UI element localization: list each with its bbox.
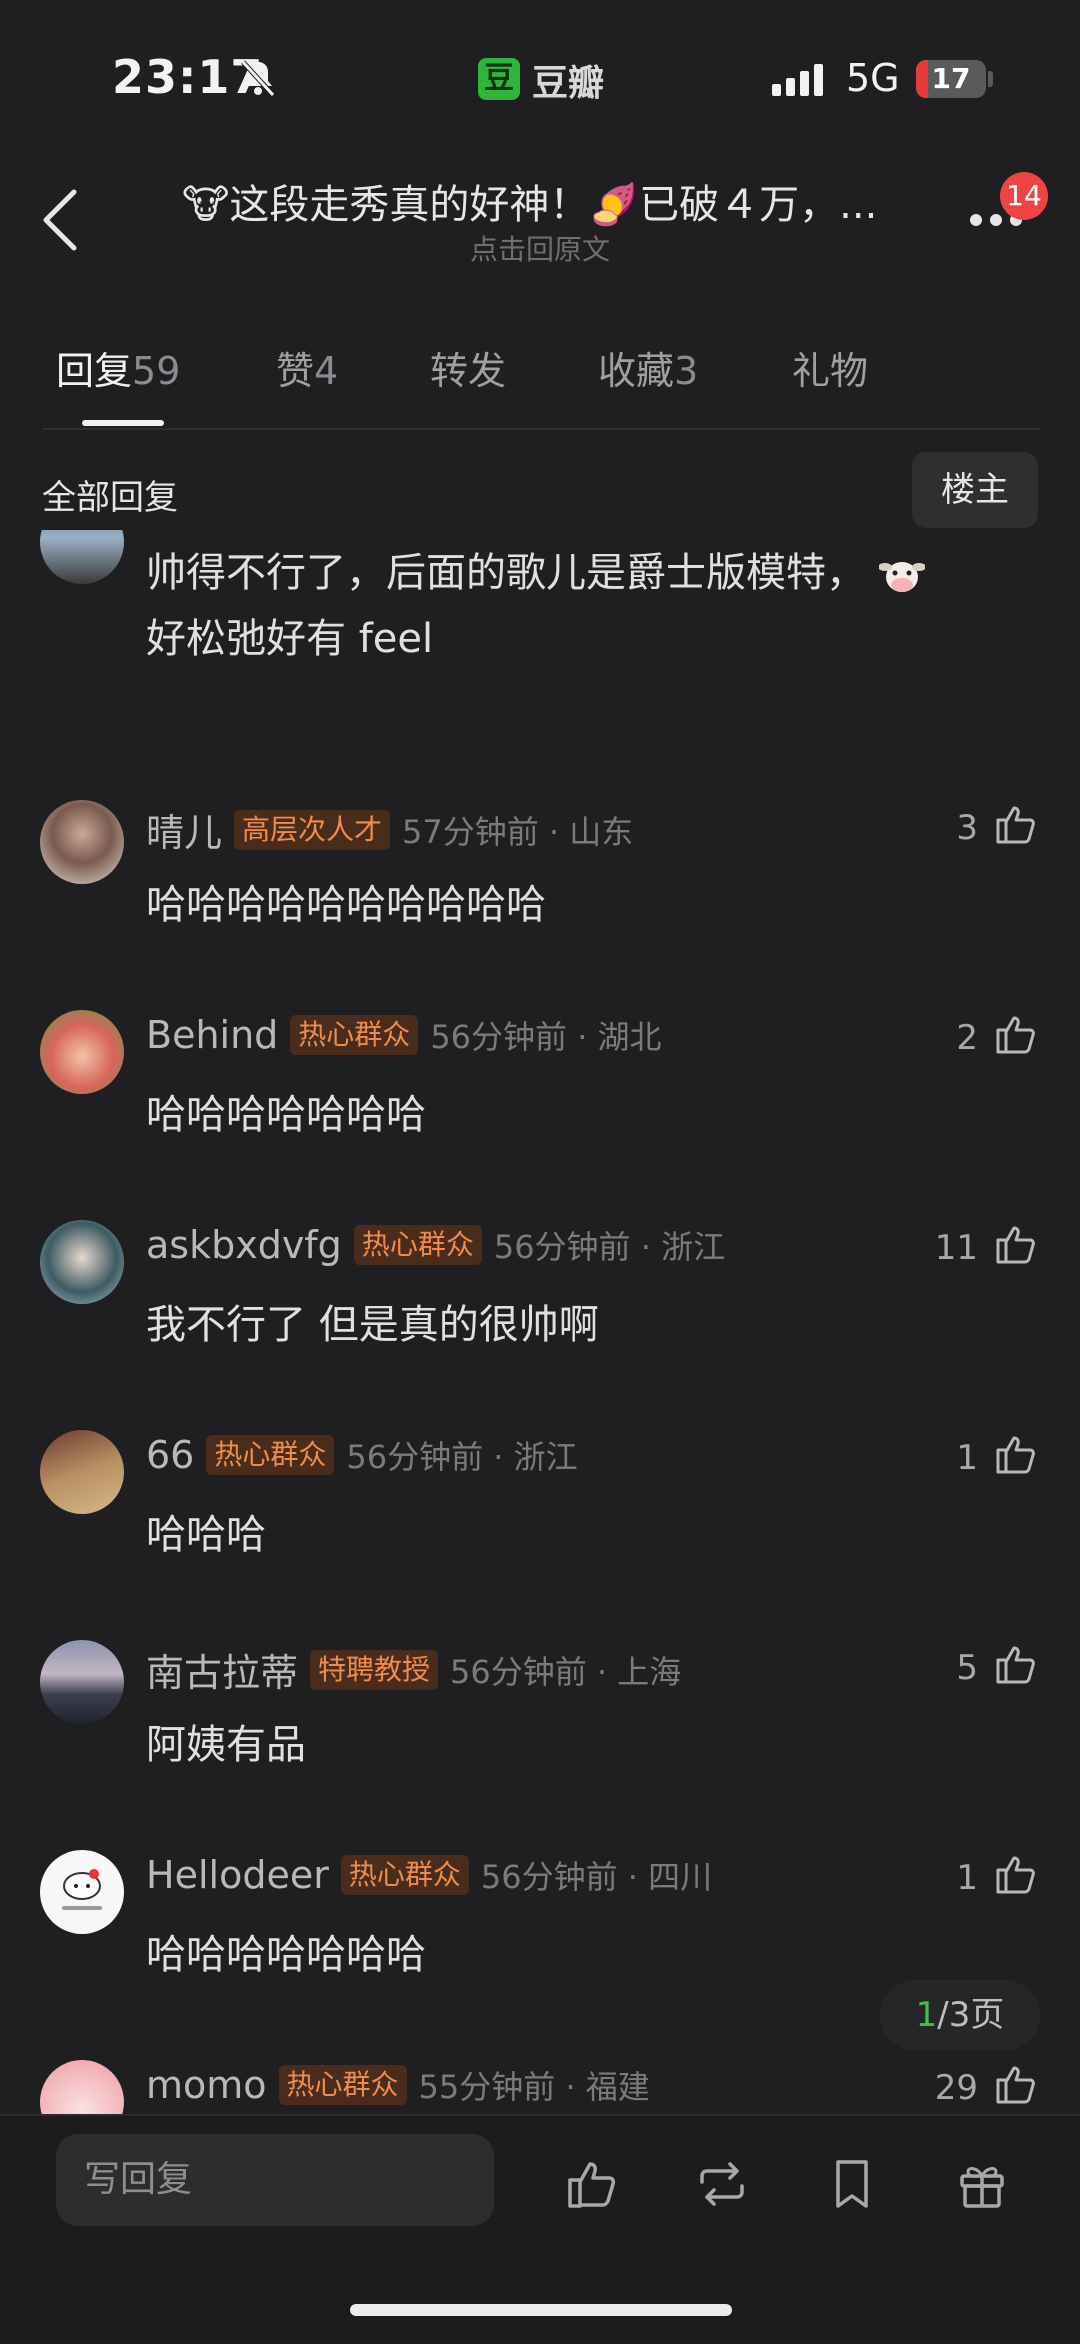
avatar[interactable] [40, 2060, 124, 2114]
comment-meta: askbxdvfg 热心群众 56分钟前 · 浙江 [146, 1222, 725, 1274]
comment-time: 56分钟前 · 浙江 [346, 1438, 578, 1476]
user-tag: 热心群众 [290, 1015, 419, 1055]
cow-emoji-icon [878, 562, 925, 592]
home-indicator[interactable] [350, 2304, 732, 2316]
battery-icon: 17 [916, 60, 986, 98]
username[interactable]: Hellodeer [146, 1853, 329, 1897]
douban-app-icon: 豆 [478, 58, 520, 100]
like-count: 1 [956, 1438, 978, 1478]
tab-replies[interactable]: 回复59 [56, 340, 180, 395]
tab-collections[interactable]: 收藏3 [598, 340, 698, 395]
notification-badge[interactable]: 14 [1000, 172, 1048, 220]
page-indicator[interactable]: 1/3页 [880, 1980, 1040, 2050]
username[interactable]: 南古拉蒂 [146, 1651, 298, 1695]
comment-time: 56分钟前 · 上海 [450, 1652, 682, 1691]
username[interactable]: Behind [146, 1013, 278, 1057]
comment-time: 55分钟前 · 福建 [418, 2068, 650, 2106]
comment-list[interactable]: 帅得不行了，后面的歌儿是爵士版模特， 好松弛好有 feel 晴儿 高层次人才 57分… [0, 530, 1080, 2114]
username[interactable]: momo [146, 2063, 267, 2107]
thumbs-up-icon[interactable] [992, 1640, 1040, 1688]
comment-meta: Behind 热心群众 56分钟前 · 湖北 [146, 1012, 662, 1064]
comment-text: 哈哈哈 [146, 1512, 266, 1558]
like-count: 29 [934, 2068, 978, 2108]
user-tag: 热心群众 [206, 1435, 335, 1475]
gift-icon[interactable] [954, 2156, 1010, 2212]
username[interactable]: 66 [146, 1433, 194, 1477]
thumbs-up-icon[interactable] [992, 800, 1040, 848]
user-tag: 热心群众 [340, 1855, 469, 1895]
comment-text: 阿姨有品 [146, 1722, 306, 1768]
comment-meta: 南古拉蒂 特聘教授 56分钟前 · 上海 [146, 1642, 682, 1695]
tab-likes[interactable]: 赞4 [276, 340, 338, 395]
comment-text: 哈哈哈哈哈哈哈 [146, 1092, 426, 1138]
avatar[interactable] [40, 530, 124, 584]
avatar[interactable] [40, 1220, 124, 1304]
thumbs-up-icon[interactable] [992, 1850, 1040, 1898]
owner-only-button[interactable]: 楼主 [912, 452, 1038, 528]
tab-gifts[interactable]: 礼物 [792, 340, 868, 395]
like-count: 5 [956, 1648, 978, 1688]
avatar[interactable] [40, 1850, 124, 1934]
battery-level: 17 [931, 62, 971, 95]
comment-time: 56分钟前 · 四川 [480, 1858, 713, 1896]
tab-reposts[interactable]: 转发 [430, 340, 506, 395]
comment-meta: momo 热心群众 55分钟前 · 福建 [146, 2062, 650, 2114]
comment-meta: 66 热心群众 56分钟前 · 浙江 [146, 1432, 578, 1484]
user-tag: 高层次人才 [234, 809, 391, 850]
status-app-name: 豆瓣 [532, 63, 605, 104]
like-count: 2 [956, 1018, 978, 1058]
like-count: 11 [934, 1228, 978, 1268]
comment-time: 56分钟前 · 湖北 [430, 1018, 662, 1056]
network-type: 5G [846, 56, 900, 100]
comment-text: 帅得不行了，后面的歌儿是爵士版模特， 好松弛好有 feel [146, 540, 1006, 672]
like-icon[interactable] [564, 2156, 620, 2212]
bell-muted-icon [241, 60, 275, 97]
signal-icon [772, 64, 823, 96]
comment-text: 我不行了 但是真的很帅啊 [146, 1302, 599, 1348]
user-tag: 特聘教授 [310, 1649, 439, 1690]
thumbs-up-icon[interactable] [992, 1220, 1040, 1268]
tab-bar: 回复59 赞4 转发 收藏3 礼物 [56, 340, 956, 400]
avatar[interactable] [40, 1430, 124, 1514]
user-tag: 热心群众 [278, 2065, 407, 2105]
comment-text: 哈哈哈哈哈哈哈哈哈哈 [146, 882, 546, 928]
thumbs-up-icon[interactable] [992, 1010, 1040, 1058]
avatar[interactable] [40, 1640, 124, 1724]
like-count: 1 [956, 1858, 978, 1898]
avatar[interactable] [40, 800, 124, 884]
tab-divider [42, 428, 1040, 430]
like-count: 3 [956, 808, 978, 848]
repost-icon[interactable] [694, 2156, 750, 2212]
user-tag: 热心群众 [353, 1225, 482, 1265]
battery-tip [988, 71, 993, 87]
back-to-post-link[interactable]: 点击回原文 [0, 228, 1080, 268]
comment-text: 哈哈哈哈哈哈哈 [146, 1932, 426, 1978]
username[interactable]: 晴儿 [146, 811, 222, 855]
active-tab-indicator [82, 420, 164, 426]
bookmark-icon[interactable] [824, 2156, 880, 2212]
avatar[interactable] [40, 1010, 124, 1094]
username[interactable]: askbxdvfg [146, 1223, 342, 1267]
comment-time: 56分钟前 · 浙江 [493, 1228, 726, 1266]
reply-input[interactable]: 写回复 [56, 2134, 494, 2226]
comment-time: 57分钟前 · 山东 [402, 812, 634, 851]
all-replies-filter[interactable]: 全部回复 [42, 470, 178, 519]
thumbs-up-icon[interactable] [992, 2060, 1040, 2108]
kitty-avatar-icon [62, 1869, 102, 1910]
thumbs-up-icon[interactable] [992, 1430, 1040, 1478]
post-title[interactable]: 🐮这段走秀真的好神！🍠已破４万，... [182, 172, 902, 230]
comment-meta: Hellodeer 热心群众 56分钟前 · 四川 [146, 1852, 712, 1904]
comment-meta: 晴儿 高层次人才 57分钟前 · 山东 [146, 802, 634, 855]
